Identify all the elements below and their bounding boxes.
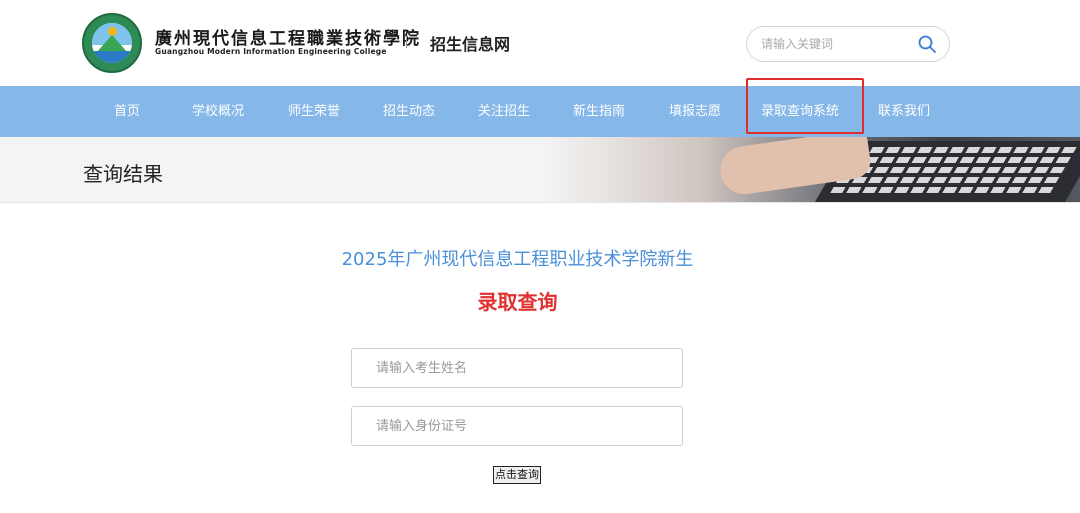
nav-item-fill-application[interactable]: 填报志愿 bbox=[669, 86, 721, 137]
college-name-cn: 廣州現代信息工程職業技術學院 bbox=[155, 29, 421, 49]
query-heading: 2025年广州现代信息工程职业技术学院新生 bbox=[341, 249, 694, 270]
search-box bbox=[746, 26, 950, 62]
college-logo[interactable] bbox=[82, 13, 142, 73]
nav-item-follow-admission[interactable]: 关注招生 bbox=[478, 86, 530, 137]
student-name-input[interactable] bbox=[351, 348, 683, 388]
college-name-en: Guangzhou Modern Information Engineering… bbox=[155, 47, 387, 56]
site-header: 廣州現代信息工程職業技術學院 Guangzhou Modern Informat… bbox=[0, 0, 1080, 86]
page-banner: 查询结果 bbox=[0, 137, 1080, 203]
query-submit-button[interactable]: 点击查询 bbox=[493, 466, 541, 484]
nav-item-contact-us[interactable]: 联系我们 bbox=[878, 86, 930, 137]
logo-emblem-icon bbox=[92, 23, 132, 63]
search-icon[interactable] bbox=[917, 34, 937, 54]
nav-highlight-box bbox=[746, 78, 864, 134]
nav-item-freshman-guide[interactable]: 新生指南 bbox=[573, 86, 625, 137]
search-input[interactable] bbox=[761, 35, 911, 53]
nav-item-honors[interactable]: 师生荣誉 bbox=[288, 86, 340, 137]
nav-item-admission-news[interactable]: 招生动态 bbox=[383, 86, 435, 137]
main-nav: 首页 学校概况 师生荣誉 招生动态 关注招生 新生指南 填报志愿 录取查询系统 … bbox=[0, 86, 1080, 137]
page-title: 查询结果 bbox=[83, 162, 163, 186]
nav-item-home[interactable]: 首页 bbox=[114, 86, 140, 137]
header-divider bbox=[406, 36, 407, 48]
site-name: 招生信息网 bbox=[430, 35, 511, 54]
query-subheading: 录取查询 bbox=[477, 290, 558, 314]
nav-item-school-overview[interactable]: 学校概况 bbox=[192, 86, 244, 137]
id-number-input[interactable] bbox=[351, 406, 683, 446]
